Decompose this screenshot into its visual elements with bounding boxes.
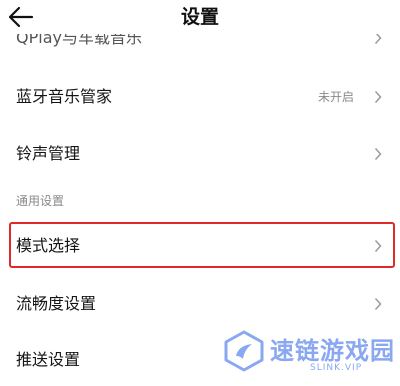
back-button[interactable] [6,4,36,30]
arrow-left-icon [6,4,36,30]
section-header-general: 通用设置 [16,194,65,208]
chevron-right-icon [374,90,382,104]
settings-row-label: 推送设置 [16,350,81,369]
watermark-logo-icon [222,329,266,373]
watermark-name: 速链游戏园 [270,337,395,365]
chevron-right-icon [374,297,382,311]
watermark: 速链游戏园 SLINK.VIP [218,325,400,383]
settings-row-smoothness[interactable]: 流畅度设置 [0,278,400,330]
app-header: 设置 [0,0,400,34]
chevron-right-icon [374,239,382,253]
settings-row-mode-select[interactable]: 模式选择 [0,220,400,272]
watermark-url: SLINK.VIP [310,363,363,373]
chevron-right-icon [374,147,382,161]
settings-row-label: 铃声管理 [16,144,81,163]
settings-row-label: 蓝牙音乐管家 [16,87,113,106]
settings-row-bluetooth-music[interactable]: 蓝牙音乐管家 未开启 [0,71,400,123]
page-title: 设置 [180,6,219,28]
settings-row-status: 未开启 [317,90,354,104]
settings-row-label: 模式选择 [16,236,81,255]
settings-row-label: 流畅度设置 [16,294,97,313]
settings-row-ringtone[interactable]: 铃声管理 [0,128,400,180]
